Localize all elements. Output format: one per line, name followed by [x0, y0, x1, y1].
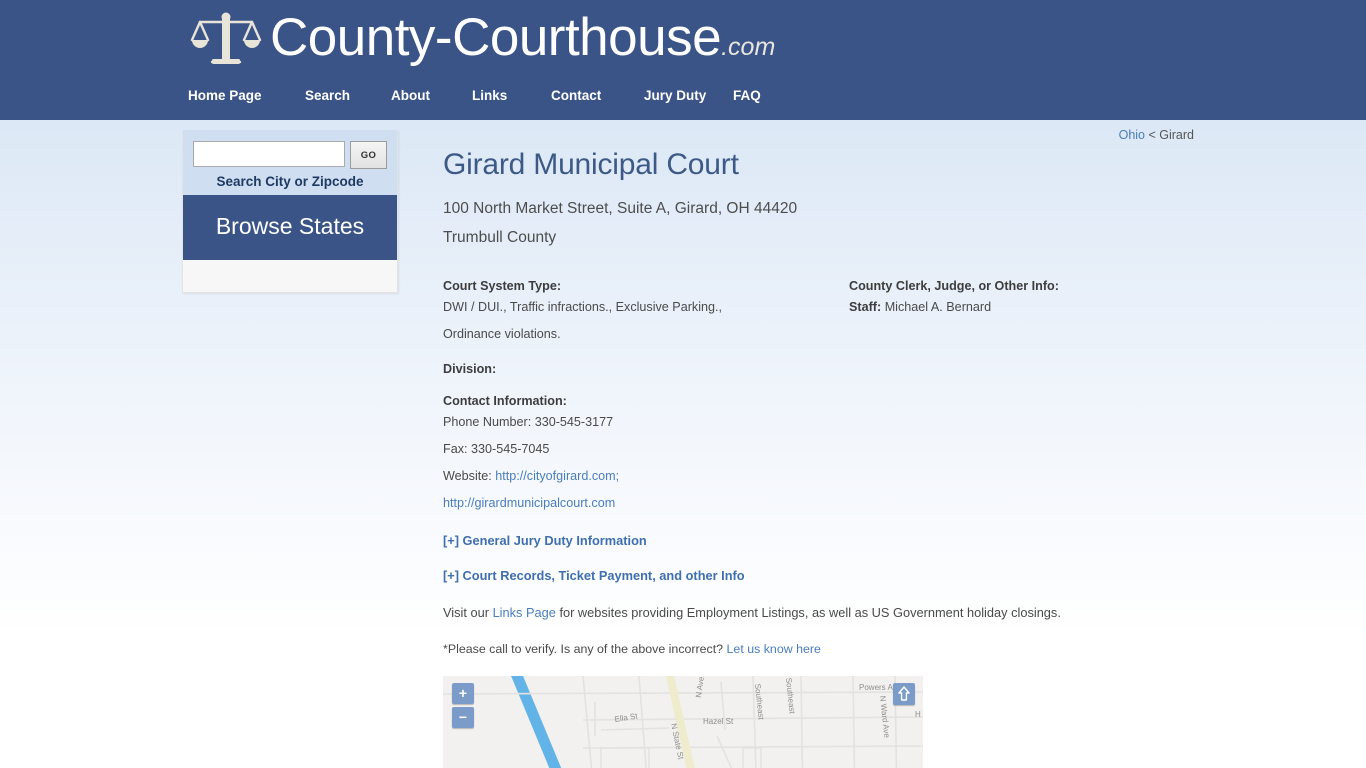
website-link-1[interactable]: http://cityofgirard.com;: [495, 469, 619, 483]
breadcrumb-separator: <: [1145, 128, 1160, 142]
brand-name-text: County-Courthouse: [270, 8, 722, 67]
site-header: County-Courthouse.com Home Page Search A…: [0, 0, 1366, 125]
staff-name: Michael A. Bernard: [884, 300, 992, 314]
staff-label: Staff:: [849, 300, 882, 314]
nav-item-faq[interactable]: FAQ: [733, 88, 793, 103]
page-body: GO Search City or Zipcode Browse States …: [0, 120, 1366, 768]
site-logo[interactable]: County-Courthouse.com: [188, 8, 775, 76]
county-clerk-label: County Clerk, Judge, or Other Info:: [849, 279, 1059, 293]
court-county: Trumbull County: [443, 229, 557, 246]
sidebar-search-panel: GO Search City or Zipcode: [183, 130, 397, 195]
map-north-arrow-icon[interactable]: [893, 683, 915, 705]
court-system-type-line2: Ordinance violations.: [443, 327, 561, 341]
search-input[interactable]: [193, 141, 345, 167]
verify-note: *Please call to verify. Is any of the ab…: [443, 642, 1203, 656]
map-zoom-out-button[interactable]: −: [452, 707, 474, 728]
nav-item-home-page[interactable]: Home Page: [188, 88, 305, 103]
map-zoom-controls: + −: [452, 683, 474, 728]
map-zoom-in-button[interactable]: +: [452, 683, 474, 704]
nav-item-contact[interactable]: Contact: [551, 88, 644, 103]
fax-number: Fax: 330-545-7045: [443, 442, 550, 456]
visit-prefix: Visit our: [443, 605, 493, 620]
nav-item-jury-duty[interactable]: Jury Duty: [644, 88, 733, 103]
sidebar: GO Search City or Zipcode Browse States: [182, 130, 398, 293]
info-right-column: County Clerk, Judge, or Other Info: Staf…: [849, 279, 1189, 317]
nav-item-about[interactable]: About: [391, 88, 472, 103]
breadcrumb-city: Girard: [1159, 128, 1194, 142]
staff-row: Staff: Michael A. Bernard: [849, 297, 1189, 317]
page-title: Girard Municipal Court: [443, 148, 739, 181]
browse-states-button[interactable]: Browse States: [183, 195, 397, 260]
search-caption: Search City or Zipcode: [216, 174, 364, 189]
sidebar-filler: [183, 260, 397, 292]
contact-block: Contact Information: Phone Number: 330-5…: [443, 394, 863, 513]
map-canvas: Ella St N State St N Ave Hazel St Southe…: [443, 676, 923, 768]
court-address: 100 North Market Street, Suite A, Girard…: [443, 200, 798, 217]
contact-information-label: Contact Information:: [443, 394, 567, 408]
expander-general-jury-duty[interactable]: [+] General Jury Duty Information: [443, 533, 1203, 548]
links-page-link[interactable]: Links Page: [493, 605, 556, 620]
main-navigation: Home Page Search About Links Contact Jur…: [188, 88, 793, 103]
nav-item-links[interactable]: Links: [472, 88, 551, 103]
brand-tld: .com: [721, 33, 776, 61]
website-label: Website:: [443, 469, 492, 483]
phone-number: Phone Number: 330-545-3177: [443, 415, 614, 429]
map-label-hazel-st: Hazel St: [703, 717, 734, 726]
main-content: Ohio < Girard Girard Municipal Court 100…: [443, 120, 1203, 768]
let-us-know-link[interactable]: Let us know here: [727, 642, 821, 656]
location-map[interactable]: Ella St N State St N Ave Hazel St Southe…: [443, 676, 923, 768]
website-link-2[interactable]: http://girardmunicipalcourt.com: [443, 496, 615, 510]
division-label: Division:: [443, 362, 497, 376]
breadcrumb-state-link[interactable]: Ohio: [1119, 128, 1145, 142]
search-row: GO: [193, 141, 387, 169]
division-block: Division:: [443, 362, 863, 376]
website-row: Website: http://cityofgirard.com;: [443, 466, 863, 486]
info-left-column: Court System Type: DWI / DUI., Traffic i…: [443, 279, 863, 513]
links-page-note: Visit our Links Page for websites provid…: [443, 605, 1203, 620]
court-system-type-label: Court System Type:: [443, 279, 562, 293]
search-go-button[interactable]: GO: [350, 141, 387, 169]
scales-of-justice-icon: [188, 8, 264, 72]
brand-name: County-Courthouse.com: [270, 9, 775, 76]
court-system-type-line1: DWI / DUI., Traffic infractions., Exclus…: [443, 300, 723, 314]
expander-court-records[interactable]: [+] Court Records, Ticket Payment, and o…: [443, 568, 1203, 583]
info-grid: Court System Type: DWI / DUI., Traffic i…: [443, 279, 1203, 513]
visit-suffix: for websites providing Employment Listin…: [555, 605, 1061, 620]
website-row-2: http://girardmunicipalcourt.com: [443, 493, 863, 513]
nav-item-search[interactable]: Search: [305, 88, 391, 103]
verify-prefix: *Please call to verify. Is any of the ab…: [443, 642, 727, 656]
breadcrumb: Ohio < Girard: [1119, 128, 1194, 142]
map-label-h: H: [915, 710, 921, 719]
